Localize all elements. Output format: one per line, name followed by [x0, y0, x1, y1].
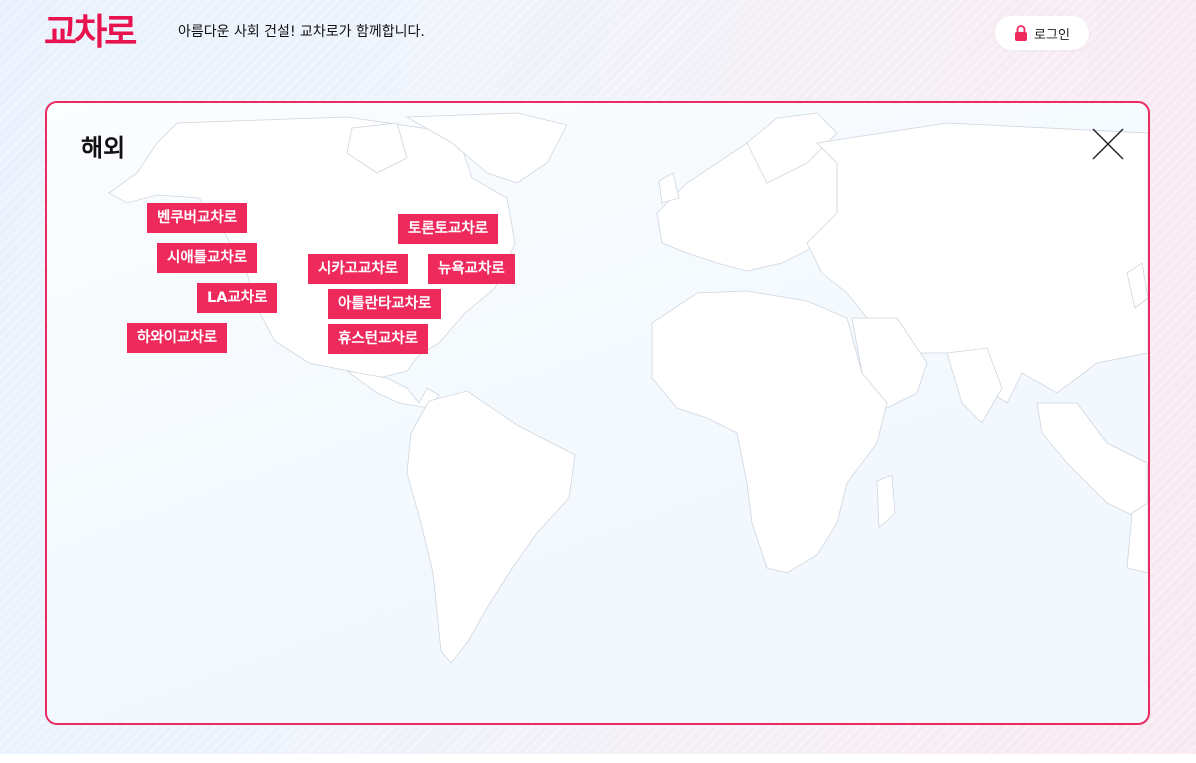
- login-label: 로그인: [1034, 27, 1070, 43]
- world-map: [108, 112, 1148, 664]
- location-tag-vancouver[interactable]: 벤쿠버교차로: [147, 203, 248, 233]
- location-tag-hawaii[interactable]: 하와이교차로: [127, 323, 228, 353]
- map-madagascar: [876, 474, 896, 529]
- map-southeast-asia: [1036, 402, 1148, 524]
- site-logo[interactable]: 교차로: [44, 12, 137, 54]
- panel-title: 해외: [81, 134, 126, 162]
- location-tag-newyork[interactable]: 뉴욕교차로: [428, 254, 515, 284]
- map-south-america: [406, 390, 576, 664]
- close-icon: [1092, 128, 1124, 160]
- close-button[interactable]: [1091, 127, 1125, 161]
- location-tag-houston[interactable]: 휴스턴교차로: [328, 324, 429, 354]
- lock-icon: [1014, 25, 1028, 41]
- location-tag-toronto[interactable]: 토론토교차로: [398, 214, 499, 244]
- map-uk: [658, 172, 680, 204]
- location-tag-atlanta[interactable]: 아틀란타교차로: [328, 289, 442, 319]
- site-tagline: 아름다운 사회 건설! 교차로가 함께합니다.: [178, 24, 425, 40]
- location-tag-la[interactable]: LA교차로: [197, 283, 278, 313]
- location-tag-seattle[interactable]: 시애틀교차로: [157, 243, 258, 273]
- overseas-map-panel: 해외 벤쿠버교차로 시애틀교차로 LA교차로 하와이교차로 토론토교차로 시카고…: [45, 101, 1150, 725]
- page-footer-strip: [0, 754, 1196, 763]
- login-button[interactable]: 로그인: [995, 16, 1089, 50]
- location-tag-chicago[interactable]: 시카고교차로: [308, 254, 409, 284]
- map-africa: [651, 290, 888, 574]
- map-central-america: [346, 370, 440, 409]
